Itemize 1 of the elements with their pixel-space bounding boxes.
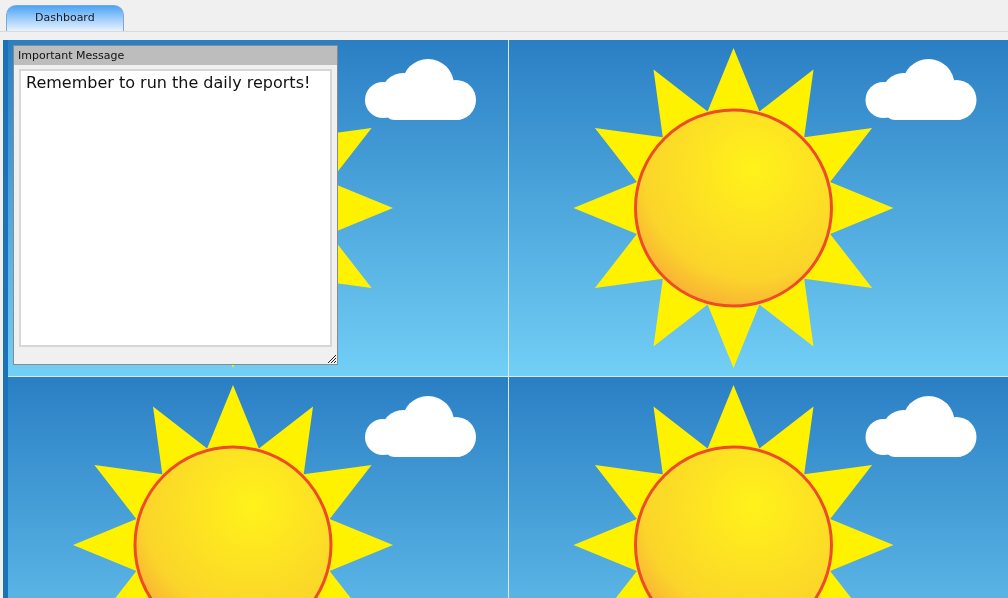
tab[interactable]: Dashboard [6,5,124,31]
